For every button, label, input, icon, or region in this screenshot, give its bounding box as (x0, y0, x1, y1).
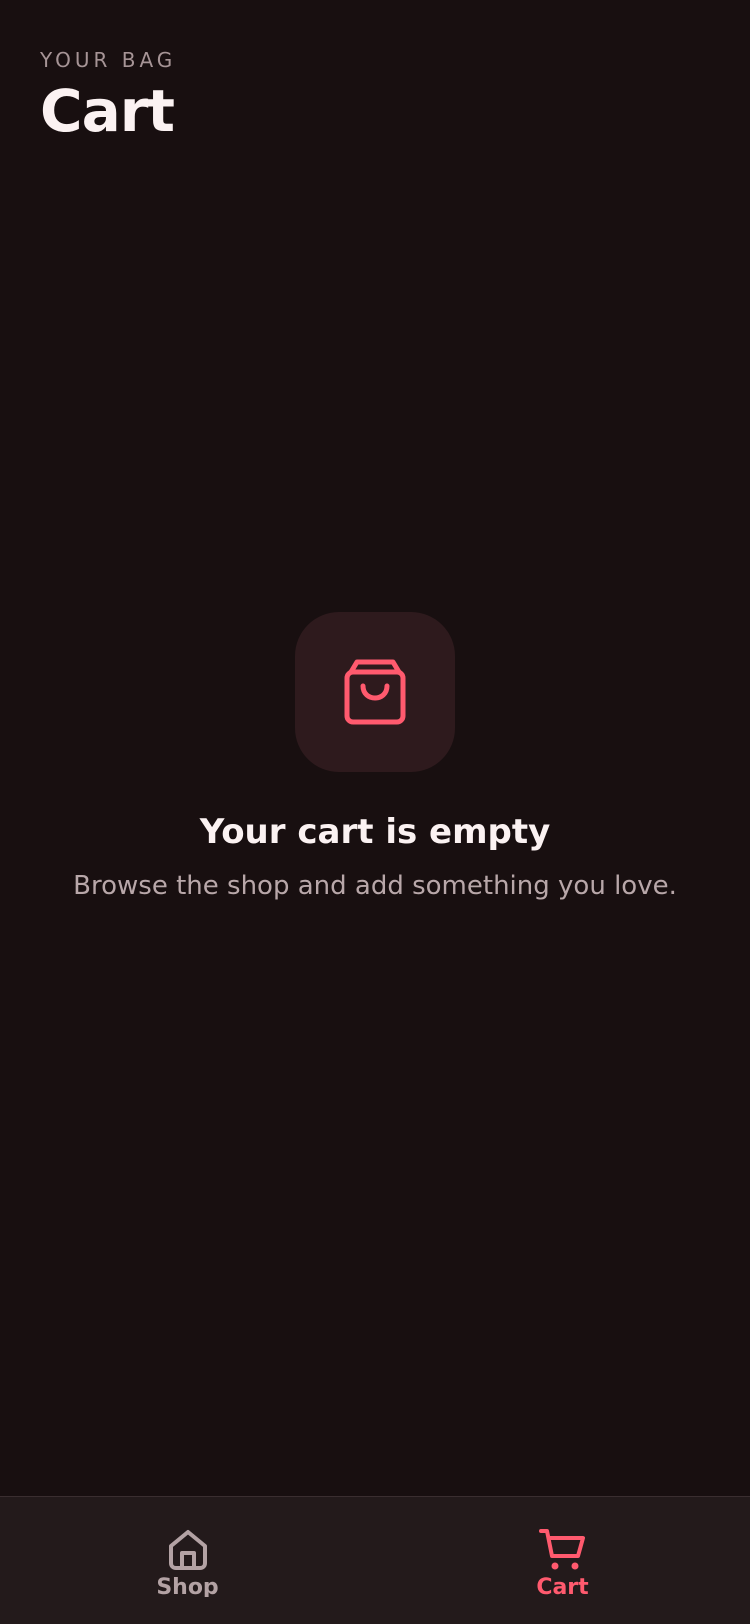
empty-cart-state: Your cart is empty Browse the shop and a… (0, 612, 750, 902)
tab-shop-label: Shop (156, 1577, 219, 1597)
tab-shop[interactable]: Shop (0, 1497, 375, 1624)
page-title: Cart (40, 77, 175, 145)
bottom-tab-bar: Shop Cart (0, 1496, 750, 1624)
page-header: YOUR BAG Cart (40, 50, 176, 140)
cart-icon (538, 1529, 585, 1570)
empty-cart-icon-tile (295, 612, 455, 772)
tab-cart-label: Cart (536, 1577, 589, 1597)
empty-cart-subtitle: Browse the shop and add something you lo… (73, 870, 677, 901)
empty-cart-title: Your cart is empty (199, 812, 551, 852)
shopping-bag-icon (344, 659, 406, 725)
tab-cart[interactable]: Cart (375, 1497, 750, 1624)
home-icon (168, 1530, 207, 1570)
page-eyebrow: YOUR BAG (40, 48, 177, 72)
